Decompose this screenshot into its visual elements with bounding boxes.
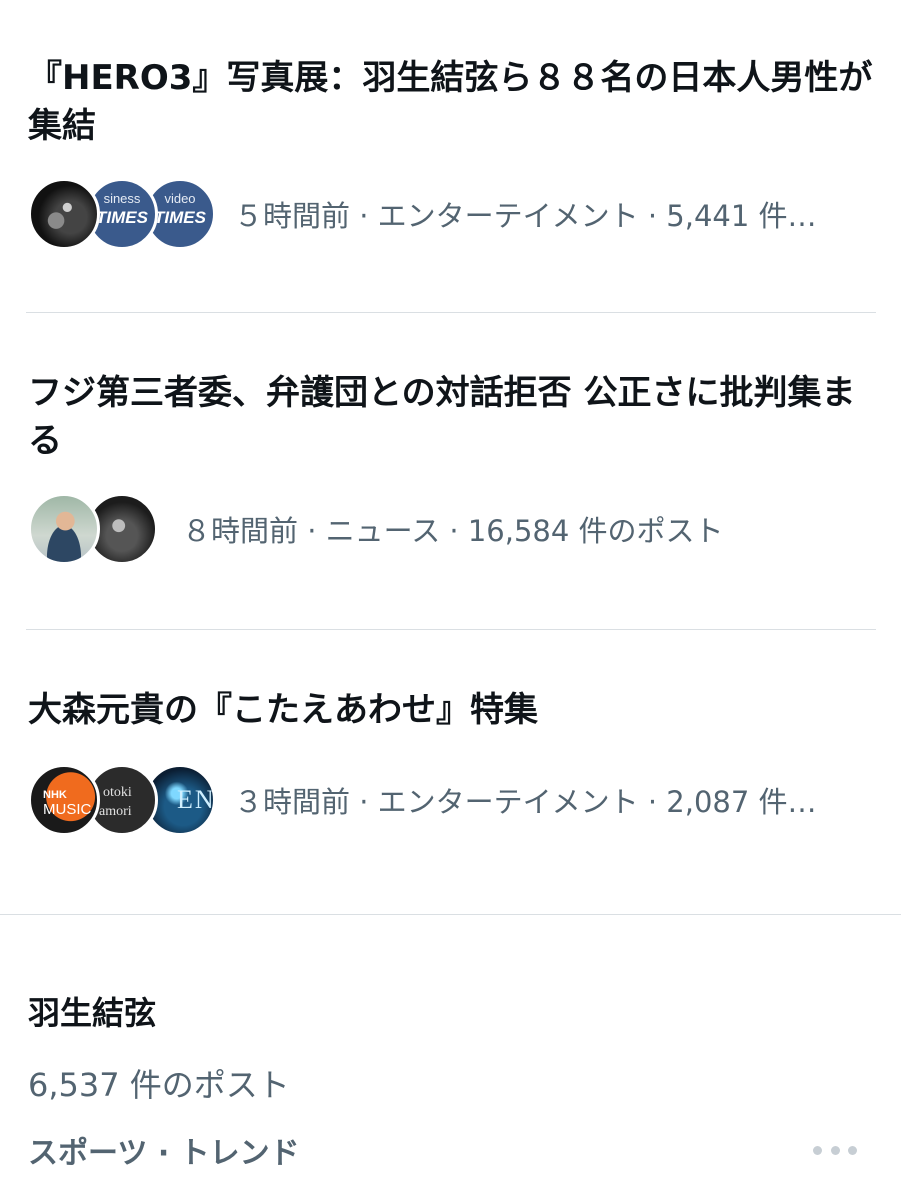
news-story-omori[interactable]: 大森元貴の『こたえあわせ』特集 NHK MUSIC otoki amori EN… [0,630,901,914]
man-in-suit-avatar [28,493,100,565]
trend-post-count: 6,537 件のポスト [28,1066,290,1104]
story-title: フジ第三者委、弁護団との対話拒否 公正さに批判集まる [28,373,856,461]
story-title: 大森元貴の『こたえあわせ』特集 [28,690,538,730]
trend-name: 羽生結弦 [28,994,157,1032]
story-meta-row: ８時間前 · ニュース · 16,584 件のポスト [28,489,873,569]
avatar-group: NHK MUSIC otoki amori ENI [28,760,220,840]
more-horizontal-icon [830,1145,840,1155]
trend-context: スポーツ · トレンド [28,1136,300,1171]
explore-trending-list: 『HERO3』写真展：羽生結弦ら８８名の日本人男性が集結 siness TIME… [0,0,901,1200]
avatar-group [28,489,160,569]
avatar-caption: ENI [177,785,216,814]
avatar-caption: NHK [43,789,67,801]
avatar-group: siness TIMES video TIMES [28,174,220,254]
news-story-hero3[interactable]: 『HERO3』写真展：羽生結弦ら８８名の日本人男性が集結 siness TIME… [0,0,901,312]
story-meta-row: NHK MUSIC otoki amori ENI ３時間前 · エンターテイメ… [28,760,873,840]
more-horizontal-icon [813,1145,822,1155]
story-meta: ８時間前 · ニュース · 16,584 件のポスト [182,514,724,548]
nhk-music-avatar: NHK MUSIC [28,764,100,836]
more-horizontal-icon [848,1145,857,1155]
avatar-caption: siness [103,191,141,206]
story-title: 『HERO3』写真展：羽生結弦ら８８名の日本人男性が集結 [28,58,873,146]
avatar-caption: MUSIC [43,801,92,818]
photographer-avatar [28,178,100,250]
avatar-caption: otoki [103,785,132,800]
story-meta-row: siness TIMES video TIMES ５時間前 · エンターテイメン… [28,174,873,254]
news-story-fuji[interactable]: フジ第三者委、弁護団との対話拒否 公正さに批判集まる ８時間前 · ニュース ·… [0,313,901,629]
avatar-caption: amori [99,804,132,819]
avatar-caption: video [164,191,196,206]
story-meta: ５時間前 · エンターテイメント · 5,441 件… [234,199,817,233]
story-meta: ３時間前 · エンターテイメント · 2,087 件… [234,785,817,819]
more-options-button[interactable] [813,1136,857,1164]
